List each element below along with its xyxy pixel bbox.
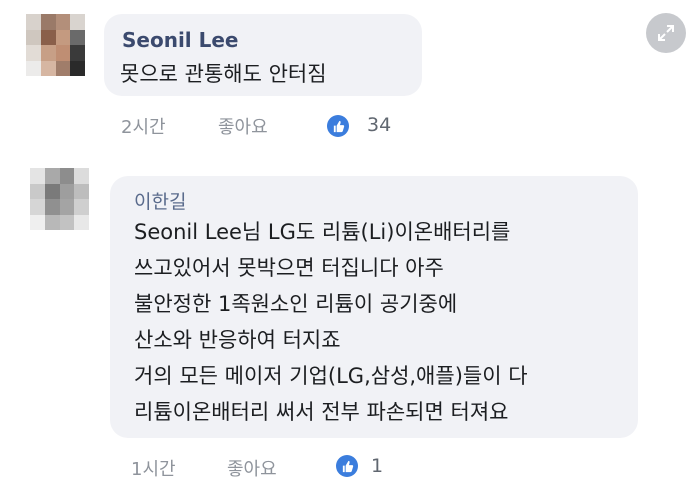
avatar[interactable] [30, 168, 89, 230]
comment-author[interactable]: Seonil Lee [122, 28, 239, 52]
expand-button[interactable] [646, 13, 686, 53]
thumbs-up-icon [327, 115, 349, 137]
like-count: 1 [371, 455, 384, 477]
like-count: 34 [367, 114, 392, 136]
comment-timestamp[interactable]: 1시간 [131, 455, 176, 481]
comment-timestamp[interactable]: 2시간 [121, 113, 166, 139]
comment-text-line: 거의 모든 메이저 기업(LG,삼성,애플)들이 다 [134, 364, 528, 388]
like-link[interactable]: 좋아요 [218, 113, 268, 139]
comment-text-line: 리튬이온배터리 써서 전부 파손되면 터져요 [134, 400, 509, 424]
comment-text-line: 쓰고있어서 못박으면 터집니다 아주 [134, 256, 444, 280]
comment-text: 못으로 관통해도 안터짐 [120, 62, 327, 86]
comment-bubble: Seonil Lee 못으로 관통해도 안터짐 [104, 14, 422, 96]
comment-text-line: 산소와 반응하여 터지죠 [134, 328, 341, 352]
comment-bubble: 이한길 Seonil Lee님 LG도 리튬(Li)이온배터리를 쓰고있어서 못… [110, 176, 638, 438]
avatar[interactable] [26, 14, 85, 76]
thumbs-up-icon [336, 455, 358, 477]
comment-author[interactable]: 이한길 [134, 187, 186, 214]
expand-icon [658, 25, 674, 41]
comment-text-line: 불안정한 1족원소인 리튬이 공기중에 [134, 292, 458, 316]
like-link[interactable]: 좋아요 [227, 455, 277, 481]
comment-text-line: Seonil Lee님 LG도 리튬(Li)이온배터리를 [134, 220, 511, 244]
